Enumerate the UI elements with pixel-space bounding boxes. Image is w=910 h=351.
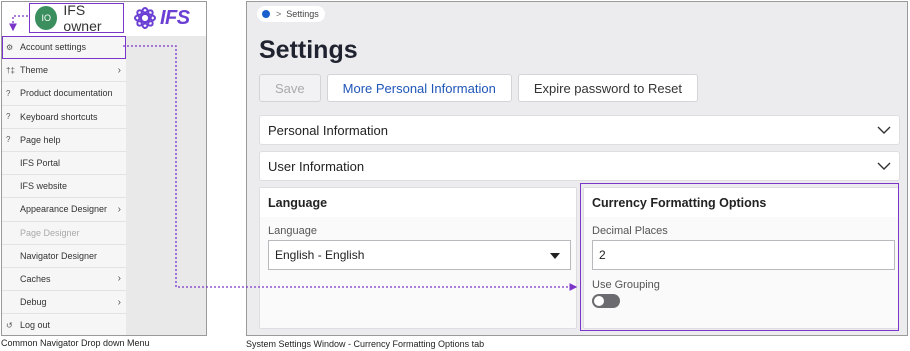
menu-item-label: IFS website bbox=[20, 181, 68, 192]
menu-item-account-settings[interactable]: ⚙ Account settings bbox=[2, 36, 126, 60]
chevron-down-icon bbox=[877, 162, 891, 170]
save-button[interactable]: Save bbox=[259, 74, 321, 102]
personal-information-section[interactable]: Personal Information bbox=[259, 115, 900, 145]
menu-item-ifs-website[interactable]: IFS website bbox=[2, 175, 126, 199]
language-card: Language Language English - English bbox=[259, 187, 577, 329]
menu-backdrop bbox=[126, 36, 206, 335]
menu-item-page-help[interactable]: ? Page help bbox=[2, 128, 126, 152]
user-information-section[interactable]: User Information bbox=[259, 151, 900, 181]
logout-icon: ↺ bbox=[6, 320, 13, 330]
toolbar: Save More Personal Information Expire pa… bbox=[259, 74, 698, 102]
currency-highlight-frame bbox=[580, 183, 899, 331]
menu-item-page-designer: Page Designer bbox=[2, 221, 126, 245]
menu-item-label: Keyboard shortcuts bbox=[20, 111, 98, 122]
avatar: IO bbox=[35, 6, 58, 30]
breadcrumb: > Settings bbox=[257, 6, 325, 22]
user-name: IFS owner bbox=[63, 2, 102, 34]
menu-item-label: IFS Portal bbox=[20, 158, 61, 169]
help-circle-icon: ? bbox=[6, 112, 11, 122]
menu-header: IO IFS owner IFS bbox=[2, 2, 206, 36]
menu-item-label: Page help bbox=[20, 134, 61, 145]
menu-item-label: Log out bbox=[20, 320, 51, 331]
language-field-label: Language bbox=[268, 225, 317, 237]
menu-item-debug[interactable]: Debug › bbox=[2, 291, 126, 315]
gear-icon: ⚙ bbox=[6, 42, 14, 52]
menu-item-navigator-designer[interactable]: Navigator Designer bbox=[2, 244, 126, 268]
menu-item-ifs-portal[interactable]: IFS Portal bbox=[2, 151, 126, 176]
menu-item-label: Account settings bbox=[20, 42, 87, 53]
more-personal-information-button[interactable]: More Personal Information bbox=[326, 74, 512, 102]
menu-item-label: Debug bbox=[20, 297, 47, 308]
page-title: Settings bbox=[259, 36, 358, 64]
chevron-right-icon: › bbox=[117, 64, 121, 76]
navigator-dropdown-menu: IO IFS owner IFS ⚙ Account settings †‡ Them… bbox=[1, 1, 207, 336]
chevron-right-icon: › bbox=[117, 296, 121, 308]
language-card-title: Language bbox=[260, 188, 576, 217]
menu-item-label: Appearance Designer bbox=[20, 204, 108, 215]
chevron-right-icon: › bbox=[117, 203, 121, 215]
breadcrumb-current[interactable]: Settings bbox=[286, 9, 319, 19]
user-information-label: User Information bbox=[268, 158, 365, 174]
menu-item-product-documentation[interactable]: ? Product documentation bbox=[2, 82, 126, 106]
help-circle-icon: ? bbox=[6, 88, 11, 98]
screenshot-canvas: IO IFS owner IFS ⚙ Account settings †‡ Them… bbox=[0, 0, 910, 351]
caption-right: System Settings Window - Currency Format… bbox=[246, 339, 485, 349]
language-select-value: English - English bbox=[275, 248, 365, 262]
breadcrumb-separator: > bbox=[276, 9, 282, 19]
caret-down-icon bbox=[550, 253, 560, 259]
menu-item-label: Product documentation bbox=[20, 88, 113, 99]
chevron-right-icon: › bbox=[117, 273, 121, 285]
ifs-logo-mark-icon bbox=[134, 7, 156, 29]
chevron-down-icon bbox=[877, 126, 891, 134]
menu-item-label: Theme bbox=[20, 65, 49, 76]
menu-item-label: Navigator Designer bbox=[20, 250, 98, 261]
ifs-logo: IFS bbox=[133, 5, 205, 31]
ifs-logo-text: IFS bbox=[160, 6, 190, 29]
personal-information-label: Personal Information bbox=[268, 122, 388, 138]
menu-item-theme[interactable]: †‡ Theme › bbox=[2, 59, 126, 83]
menu-item-appearance-designer[interactable]: Appearance Designer › bbox=[2, 198, 126, 222]
menu-item-label: Page Designer bbox=[20, 227, 80, 238]
menu-item-list: ⚙ Account settings †‡ Theme ›? Product docume… bbox=[2, 36, 126, 335]
menu-item-keyboard-shortcuts[interactable]: ? Keyboard shortcuts bbox=[2, 105, 126, 129]
palette-icon: †‡ bbox=[6, 65, 15, 75]
expire-password-button[interactable]: Expire password to Reset bbox=[517, 74, 698, 102]
menu-item-caches[interactable]: Caches › bbox=[2, 267, 126, 292]
language-select[interactable]: English - English bbox=[268, 240, 571, 270]
home-dot-icon[interactable] bbox=[262, 10, 270, 18]
help-circle-icon: ? bbox=[6, 135, 11, 145]
menu-item-log-out[interactable]: ↺ Log out bbox=[2, 314, 126, 335]
menu-item-label: Caches bbox=[20, 273, 51, 284]
user-profile-button[interactable]: IO IFS owner bbox=[29, 2, 124, 34]
caption-left: Common Navigator Drop down Menu bbox=[1, 338, 150, 348]
